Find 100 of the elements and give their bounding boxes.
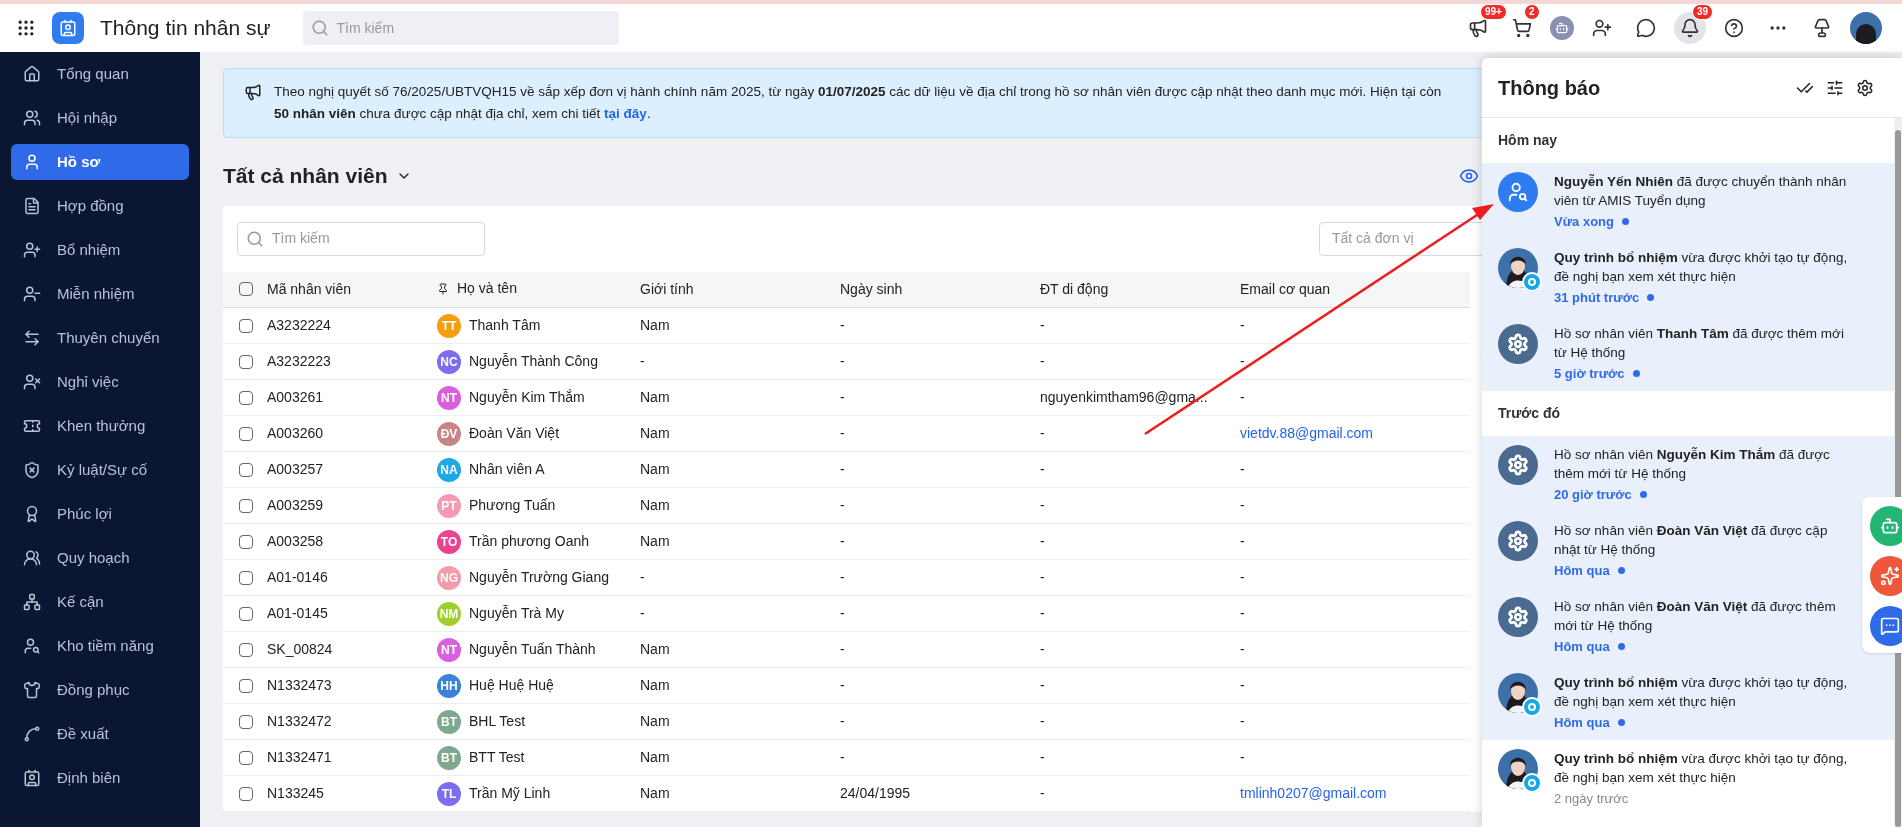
- table-cell: -: [640, 343, 840, 380]
- table-cell: -: [1040, 703, 1240, 740]
- initials-avatar: NC: [437, 349, 461, 374]
- table-cell: -: [840, 523, 1040, 560]
- email-link[interactable]: tmlinh0207@gmail.com: [1240, 775, 1470, 812]
- banner-end: .: [646, 106, 651, 121]
- notification-time: Hôm qua: [1554, 562, 1610, 580]
- notification-item[interactable]: Quy trình bổ nhiệm vừa được khởi tạo tự động, đề nghị bạn xem xét thực hiện 31 phút trước: [1482, 239, 1894, 315]
- employee-name[interactable]: Nguyễn Thành Công: [469, 351, 598, 372]
- banner-text: Theo nghị quyết số 76/2025/UBTVQH15 về sắp xếp đơn vị hành chính năm 2025, từ ngày 01/07/2025 các dữ liệu về địa chỉ trong hồ sơ nhân viên được cập nhật theo danh mục mới. Hiện tại còn 50 nhân viên chưa được cập nhật địa chỉ, xem chi tiết tại đây.: [274, 83, 1443, 123]
- sidebar-item[interactable]: Tổng quan: [11, 56, 189, 92]
- employee-name[interactable]: Nguyễn Kim Thắm: [469, 387, 585, 408]
- table-cell: Nam: [640, 379, 840, 416]
- sidebar-item[interactable]: Hội nhập: [11, 100, 189, 136]
- initials-avatar: BT: [437, 745, 461, 770]
- initials-avatar: BT: [437, 709, 461, 734]
- employee-name[interactable]: Phương Tuấn: [469, 495, 556, 516]
- column-header: Giới tính: [640, 271, 840, 308]
- column-header: Email cơ quan: [1240, 271, 1470, 308]
- sidebar-item[interactable]: Quy hoạch: [11, 540, 189, 576]
- email-link[interactable]: vietdv.88@gmail.com: [1240, 415, 1470, 452]
- table-cell: -: [1240, 703, 1470, 740]
- sidebar-item[interactable]: Khen thưởng: [11, 408, 189, 444]
- employee-name[interactable]: Nguyễn Tuấn Thành: [469, 639, 596, 660]
- notification-time: Hôm qua: [1554, 638, 1610, 656]
- table-cell: N133245: [267, 775, 437, 812]
- table-cell: A003261: [267, 379, 437, 416]
- notification-item[interactable]: Hồ sơ nhân viên Thanh Tâm đã được thêm mới từ Hệ thống 5 giờ trước: [1482, 315, 1894, 391]
- initials-avatar: NG: [437, 565, 461, 590]
- initials-avatar: TO: [437, 529, 461, 554]
- notification-text: Quy trình bổ nhiệm vừa được khởi tạo tự động, đề nghị bạn xem xét thực hiện: [1554, 674, 1849, 711]
- section-title: Trước đó: [1497, 404, 1562, 423]
- table-cell: -: [1240, 487, 1470, 524]
- table-cell: A003259: [267, 487, 437, 524]
- sidebar-item[interactable]: Kho tiềm năng: [11, 628, 189, 664]
- notification-time: Hôm qua: [1554, 714, 1610, 732]
- table-cell: -: [1040, 343, 1240, 380]
- notification-text: Hồ sơ nhân viên Thanh Tâm đã được thêm mới từ Hệ thống: [1554, 325, 1845, 362]
- notification-time: 20 giờ trước: [1554, 486, 1632, 504]
- details-link[interactable]: tại đây: [604, 106, 647, 121]
- initials-avatar: ĐV: [437, 421, 461, 446]
- table-cell: 24/04/1995: [840, 775, 1040, 812]
- notification-item[interactable]: Quy trình bổ nhiệm vừa được khởi tạo tự động, đề nghị bạn xem xét thực hiện Hôm qua: [1482, 664, 1894, 740]
- employee-name[interactable]: Trần phương Oanh: [469, 531, 589, 552]
- table-cell: -: [1240, 595, 1470, 632]
- table-cell: -: [840, 343, 1040, 380]
- employee-name[interactable]: Trần Mỹ Linh: [469, 783, 551, 804]
- table-cell: -: [840, 487, 1040, 524]
- sidebar-item[interactable]: Đề xuất: [11, 716, 189, 752]
- employee-name[interactable]: Nguyễn Trà My: [469, 603, 564, 624]
- notification-time: 5 giờ trước: [1554, 365, 1625, 383]
- employee-name[interactable]: Thanh Tâm: [469, 315, 541, 336]
- sidebar-item[interactable]: Nghỉ việc: [11, 364, 189, 400]
- sidebar-item[interactable]: Hồ sơ: [11, 144, 189, 180]
- sidebar-item[interactable]: Định biên: [11, 760, 189, 796]
- table-cell: N1332471: [267, 739, 437, 776]
- employee-name[interactable]: Huệ Huệ Huệ: [469, 675, 554, 696]
- employee-name[interactable]: BHL Test: [469, 711, 526, 732]
- view-dropdown[interactable]: Tất cả nhân viên: [223, 160, 412, 192]
- notification-item[interactable]: Hồ sơ nhân viên Nguyễn Kim Thắm đã được thêm mới từ Hệ thống 20 giờ trước: [1482, 436, 1894, 512]
- notification-item[interactable]: Hồ sơ nhân viên Đoàn Văn Việt đã được thêm mới từ Hệ thống Hôm qua: [1482, 588, 1894, 664]
- table-cell: A01-0146: [267, 559, 437, 596]
- notification-time: 2 ngày trước: [1554, 790, 1629, 808]
- panel-title: Thông báo: [1498, 75, 1602, 101]
- table-cell: Nam: [640, 307, 840, 344]
- sidebar-item[interactable]: Miễn nhiệm: [11, 276, 189, 312]
- sidebar-item[interactable]: Đồng phục: [11, 672, 189, 708]
- section-title: Hôm nay: [1497, 131, 1559, 150]
- table-cell: -: [1040, 739, 1240, 776]
- notification-text: Hồ sơ nhân viên Đoàn Văn Việt đã được thêm mới từ Hệ thống: [1554, 598, 1837, 635]
- search-placeholder: Tìm kiếm: [336, 18, 395, 38]
- notification-text: Nguyễn Yến Nhiên đã được chuyển thành nhân viên từ AMIS Tuyển dụng: [1554, 173, 1848, 210]
- count-badge: 39: [1692, 4, 1714, 20]
- table-cell: -: [840, 379, 1040, 416]
- table-cell: N1332473: [267, 667, 437, 704]
- sidebar-item[interactable]: Thuyên chuyển: [11, 320, 189, 356]
- column-header: ĐT di động: [1040, 271, 1240, 308]
- sidebar-item[interactable]: Kế cận: [11, 584, 189, 620]
- table-cell: SK_00824: [267, 631, 437, 668]
- sidebar-item[interactable]: Phúc lợi: [11, 496, 189, 532]
- count-badge: 99+: [1480, 4, 1507, 20]
- table-cell: Nam: [640, 775, 840, 812]
- table-cell: -: [840, 451, 1040, 488]
- employee-name[interactable]: Nhân viên A: [469, 459, 545, 480]
- table-cell: Nam: [640, 667, 840, 704]
- sidebar-item[interactable]: Kỷ luật/Sự cố: [11, 452, 189, 488]
- sidebar-item[interactable]: Hợp đồng: [11, 188, 189, 224]
- sidebar-item[interactable]: Bổ nhiệm: [11, 232, 189, 268]
- employee-name[interactable]: Đoàn Văn Việt: [469, 423, 560, 444]
- table-cell: -: [1240, 307, 1470, 344]
- employee-name[interactable]: BTT Test: [469, 747, 525, 768]
- column-header: Mã nhân viên: [267, 271, 437, 308]
- employee-name[interactable]: Nguyễn Trường Giang: [469, 567, 609, 588]
- initials-avatar: HH: [437, 673, 461, 698]
- table-cell: -: [1040, 667, 1240, 704]
- table-cell: -: [1040, 523, 1240, 560]
- table-cell: -: [840, 559, 1040, 596]
- notification-item[interactable]: Nguyễn Yến Nhiên đã được chuyển thành nhân viên từ AMIS Tuyển dụng Vừa xong: [1482, 163, 1894, 239]
- table-cell: -: [840, 415, 1040, 452]
- table-cell: -: [1240, 379, 1470, 416]
